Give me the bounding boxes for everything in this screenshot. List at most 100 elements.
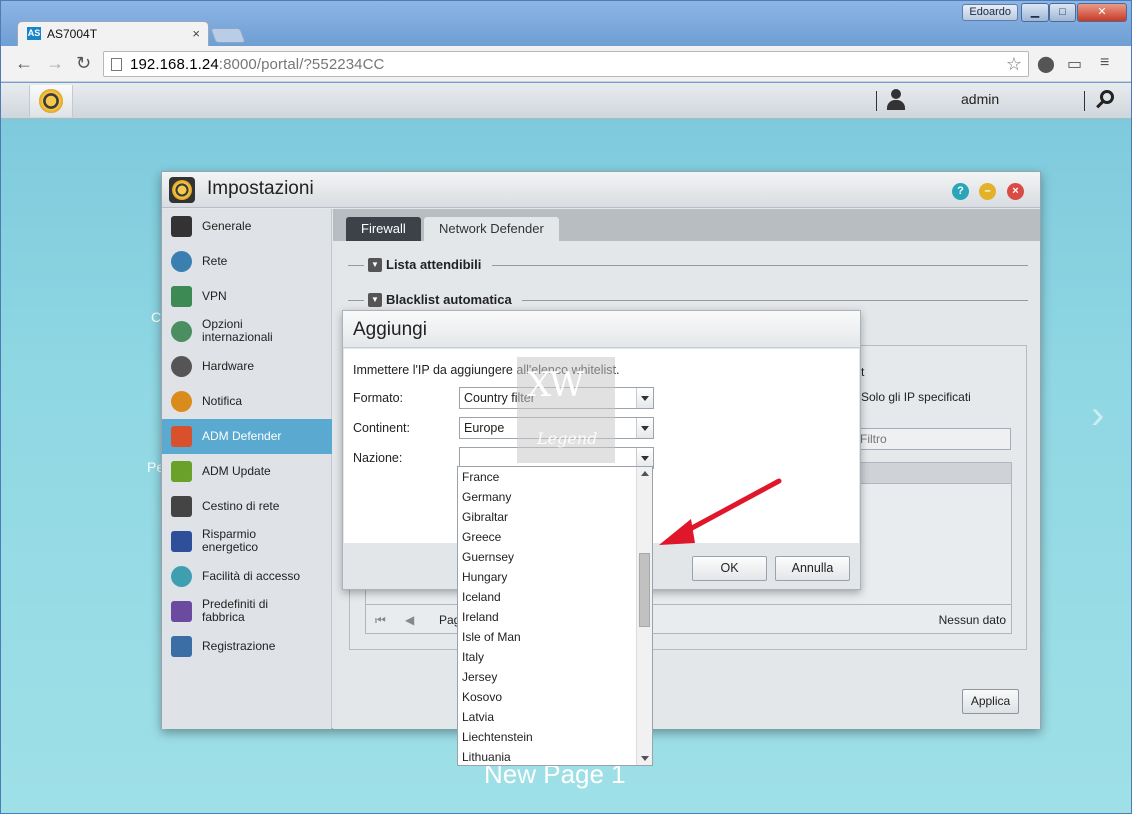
factory-reset-icon [171, 601, 192, 622]
cancel-button[interactable]: Annulla [775, 556, 850, 581]
sidebar-item-label: Notifica [202, 394, 243, 408]
sidebar-item-label: Facilità di accesso [202, 569, 301, 583]
sidebar-item-rete[interactable]: Rete [162, 244, 332, 279]
list-item[interactable]: Guernsey [458, 547, 636, 567]
dropdown-scrollbar[interactable] [636, 467, 652, 765]
tab-close-icon[interactable]: × [192, 26, 200, 41]
search-icon[interactable] [1094, 89, 1116, 111]
sidebar-item-label: Opzioni internazionali [202, 317, 273, 344]
settings-titlebar: Impostazioni ? – × [162, 172, 1040, 208]
trash-icon [171, 496, 192, 517]
window-close-button[interactable]: ✕ [1077, 3, 1127, 22]
ok-button[interactable]: OK [692, 556, 767, 581]
address-bar[interactable]: 192.168.1.24:8000/portal/?552234CC ☆ [103, 51, 1029, 77]
bookmark-star-icon[interactable]: ☆ [1006, 54, 1022, 75]
reload-icon[interactable]: ↻ [76, 54, 91, 72]
settings-gear-icon [169, 177, 195, 203]
list-item[interactable]: Liechtenstein [458, 727, 636, 747]
sidebar-item-label: Risparmio energetico [202, 527, 259, 554]
sidebar-item-adm-defender[interactable]: ADM Defender [162, 419, 332, 454]
nation-label: Nazione: [353, 451, 403, 465]
sidebar-item-risparmio[interactable]: Risparmio energetico [162, 524, 332, 559]
desktop-icon-label: C [151, 309, 162, 325]
username-label[interactable]: admin [961, 91, 999, 107]
watermark-text: XW [527, 365, 584, 405]
prev-page-icon[interactable]: ◀ [405, 613, 414, 627]
list-item[interactable]: Lithuania [458, 747, 636, 765]
list-item[interactable]: Iceland [458, 587, 636, 607]
list-item[interactable]: Latvia [458, 707, 636, 727]
format-label: Formato: [353, 391, 404, 405]
firewall-icon [171, 426, 192, 447]
adm-home-button[interactable] [29, 85, 73, 117]
power-saving-icon [171, 531, 192, 552]
profile-button[interactable]: Edoardo [962, 4, 1018, 21]
close-button[interactable]: × [1007, 183, 1024, 200]
list-item[interactable]: Jersey [458, 667, 636, 687]
sidebar-item-opzioni-internazionali[interactable]: Opzioni internazionali [162, 314, 332, 349]
sidebar-item-generale[interactable]: Generale [162, 209, 332, 244]
sidebar-item-hardware[interactable]: Hardware [162, 349, 332, 384]
extension-icon[interactable]: ⬤ [1037, 54, 1055, 74]
section-title: Blacklist automatica [386, 292, 512, 307]
dialog-titlebar: Aggiungi [343, 311, 860, 348]
notification-icon [171, 391, 192, 412]
browser-toolbar: ← → ↻ 192.168.1.24:8000/portal/?552234CC… [1, 46, 1131, 82]
collapse-toggle-icon[interactable]: ▼ [368, 293, 382, 307]
section-auto-blacklist[interactable]: ▼ Blacklist automatica [348, 292, 1028, 308]
list-item[interactable]: France [458, 467, 636, 487]
next-page-chevron-icon[interactable]: › [1091, 393, 1104, 438]
sidebar-item-predefiniti[interactable]: Predefiniti di fabbrica [162, 594, 332, 629]
filter-input[interactable] [855, 428, 1011, 450]
update-arrow-icon [171, 461, 192, 482]
list-item[interactable]: Greece [458, 527, 636, 547]
continent-value: Europe [464, 421, 505, 435]
settings-title: Impostazioni [207, 178, 314, 199]
scroll-thumb[interactable] [639, 553, 650, 627]
collapse-toggle-icon[interactable]: ▼ [368, 258, 382, 272]
help-button[interactable]: ? [952, 183, 969, 200]
user-icon[interactable] [885, 89, 907, 111]
chevron-down-icon[interactable] [636, 388, 653, 408]
first-page-icon[interactable]: ⏮ [375, 613, 386, 628]
sidebar-item-label: Hardware [202, 359, 255, 373]
list-item[interactable]: Ireland [458, 607, 636, 627]
list-item[interactable]: Italy [458, 647, 636, 667]
panel-partial-text: t [861, 365, 865, 379]
browser-tab[interactable]: AS AS7004T × [17, 21, 209, 47]
scroll-down-icon[interactable] [641, 756, 649, 761]
nation-dropdown-list[interactable]: France Germany Gibraltar Greece Guernsey… [457, 466, 653, 766]
tab-firewall[interactable]: Firewall [346, 217, 421, 241]
sidebar-item-registrazione[interactable]: Registrazione [162, 629, 332, 664]
menu-icon[interactable]: ≡ [1100, 54, 1109, 72]
apply-button[interactable]: Applica [962, 689, 1019, 714]
sidebar-item-adm-update[interactable]: ADM Update [162, 454, 332, 489]
asustor-favicon-icon: AS [27, 27, 41, 40]
sidebar-item-cestino[interactable]: Cestino di rete [162, 489, 332, 524]
only-specified-ip-label[interactable]: Solo gli IP specificati [861, 390, 971, 404]
scroll-up-icon[interactable] [641, 471, 649, 476]
list-item[interactable]: Germany [458, 487, 636, 507]
forward-arrow-icon[interactable]: → [46, 54, 64, 72]
back-arrow-icon[interactable]: ← [15, 54, 33, 72]
sidebar-item-vpn[interactable]: VPN [162, 279, 332, 314]
list-item[interactable]: Gibraltar [458, 507, 636, 527]
list-item[interactable]: Isle of Man [458, 627, 636, 647]
chevron-down-icon[interactable] [636, 448, 653, 468]
chevron-down-icon[interactable] [636, 418, 653, 438]
sidebar-item-label: Rete [202, 254, 228, 268]
sidebar-item-notifica[interactable]: Notifica [162, 384, 332, 419]
window-minimize-button[interactable]: ▁ [1021, 3, 1049, 22]
tab-strip: Firewall Network Defender [333, 209, 1040, 241]
sidebar-item-facilita-accesso[interactable]: Facilità di accesso [162, 559, 332, 594]
minimize-button[interactable]: – [979, 183, 996, 200]
section-trusted-list[interactable]: ▼ Lista attendibili [348, 257, 1028, 273]
watermark-logo: XW Legend [517, 357, 615, 463]
list-item[interactable]: Hungary [458, 567, 636, 587]
list-item[interactable]: Kosovo [458, 687, 636, 707]
asustor-gear-icon [39, 89, 63, 113]
cast-icon[interactable]: ▭ [1067, 54, 1082, 74]
tab-network-defender[interactable]: Network Defender [424, 217, 559, 241]
new-tab-button[interactable] [210, 28, 246, 43]
window-maximize-button[interactable]: □ [1049, 3, 1076, 22]
